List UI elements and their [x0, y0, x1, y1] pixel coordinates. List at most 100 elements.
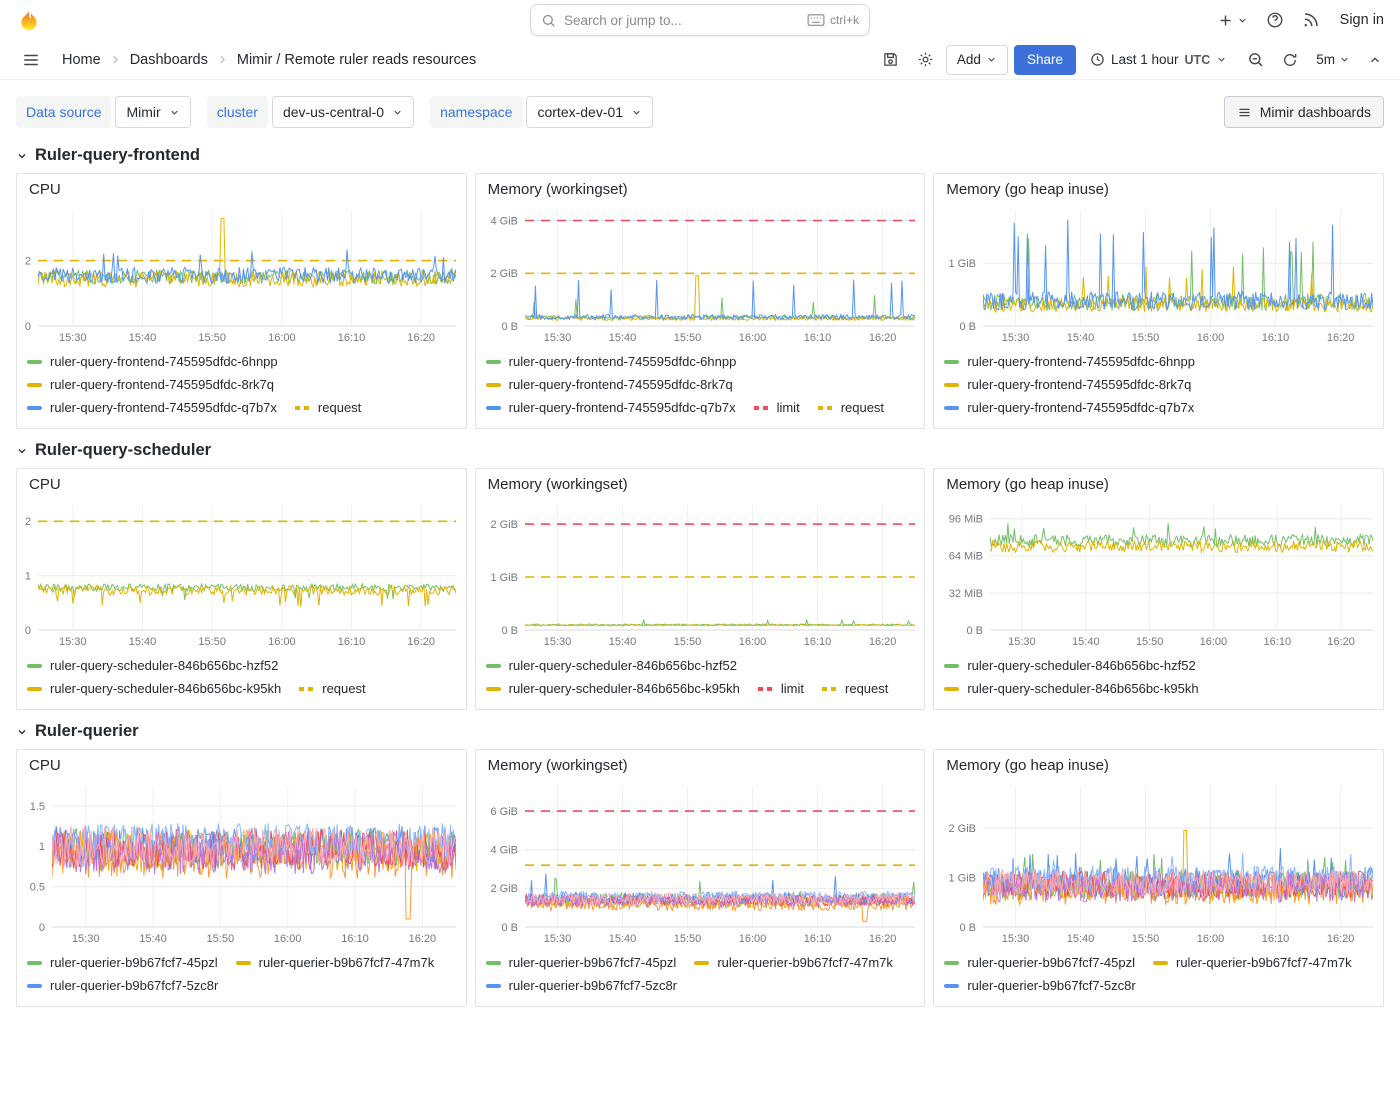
- section-header-ruler-query-frontend[interactable]: Ruler-query-frontend: [0, 134, 1400, 173]
- legend-item[interactable]: ruler-query-frontend-745595dfdc-6hnpp: [486, 352, 737, 372]
- panel-title[interactable]: CPU: [17, 174, 466, 200]
- new-menu-button[interactable]: [1211, 6, 1254, 35]
- panel-title[interactable]: Memory (go heap inuse): [934, 750, 1383, 776]
- svg-text:16:10: 16:10: [1262, 933, 1290, 945]
- panel-title[interactable]: Memory (go heap inuse): [934, 174, 1383, 200]
- legend-label: ruler-querier-b9b67fcf7-45pzl: [50, 953, 218, 973]
- add-panel-button[interactable]: Add: [946, 45, 1008, 75]
- section-header-ruler-query-scheduler[interactable]: Ruler-query-scheduler: [0, 429, 1400, 468]
- legend-item[interactable]: ruler-querier-b9b67fcf7-5zc8r: [944, 976, 1135, 996]
- time-series-chart[interactable]: 15:3015:4015:5016:0016:1016:200 B2 GiB4 …: [476, 200, 925, 348]
- svg-text:15:30: 15:30: [543, 332, 571, 344]
- breadcrumb-dashboards[interactable]: Dashboards: [126, 50, 212, 70]
- legend-item[interactable]: ruler-querier-b9b67fcf7-45pzl: [944, 953, 1135, 973]
- legend-item[interactable]: ruler-query-scheduler-846b656bc-k95kh: [944, 679, 1198, 699]
- chevron-down-icon: [1339, 54, 1350, 65]
- legend-item[interactable]: limit: [758, 679, 804, 699]
- legend-item[interactable]: ruler-querier-b9b67fcf7-47m7k: [694, 953, 893, 973]
- time-range-picker[interactable]: Last 1 hour UTC: [1082, 45, 1235, 75]
- svg-text:15:40: 15:40: [1067, 933, 1095, 945]
- grafana-logo[interactable]: [16, 7, 42, 33]
- legend-item[interactable]: ruler-query-frontend-745595dfdc-q7b7x: [486, 398, 736, 418]
- legend-label: ruler-query-frontend-745595dfdc-6hnpp: [967, 352, 1195, 372]
- cluster-dropdown[interactable]: dev-us-central-0: [272, 96, 414, 128]
- refresh-button[interactable]: [1276, 46, 1304, 74]
- legend-item[interactable]: request: [299, 679, 365, 699]
- dashboard-settings-button[interactable]: [911, 45, 940, 74]
- clock-icon: [1090, 52, 1105, 67]
- svg-text:0 B: 0 B: [501, 625, 518, 637]
- legend-item[interactable]: ruler-query-frontend-745595dfdc-q7b7x: [944, 398, 1194, 418]
- collapse-toolbar-button[interactable]: [1362, 47, 1388, 73]
- time-series-chart[interactable]: 15:3015:4015:5016:0016:1016:20012: [17, 495, 466, 652]
- section-ruler-query-scheduler: Ruler-query-scheduler CPU 15:3015:4015:5…: [0, 429, 1400, 710]
- legend-item[interactable]: ruler-querier-b9b67fcf7-47m7k: [236, 953, 435, 973]
- search-input[interactable]: Search or jump to... ctrl+k: [530, 4, 870, 36]
- panel-title[interactable]: Memory (go heap inuse): [934, 469, 1383, 495]
- breadcrumb-current: Mimir / Remote ruler reads resources: [233, 50, 480, 70]
- legend-item[interactable]: request: [822, 679, 888, 699]
- svg-text:15:50: 15:50: [207, 933, 235, 945]
- legend-item[interactable]: ruler-query-frontend-745595dfdc-6hnpp: [27, 352, 278, 372]
- legend-item[interactable]: ruler-query-frontend-745595dfdc-q7b7x: [27, 398, 277, 418]
- refresh-interval-picker[interactable]: 5m: [1310, 46, 1356, 73]
- svg-text:16:20: 16:20: [1327, 933, 1355, 945]
- panel-title[interactable]: Memory (workingset): [476, 174, 925, 200]
- breadcrumb-home[interactable]: Home: [58, 50, 105, 70]
- svg-text:16:20: 16:20: [868, 933, 896, 945]
- datasource-dropdown[interactable]: Mimir: [115, 96, 190, 128]
- legend-item[interactable]: ruler-query-scheduler-846b656bc-hzf52: [486, 656, 737, 676]
- time-series-chart[interactable]: 15:3015:4015:5016:0016:1016:200 B1 GiB: [934, 200, 1383, 348]
- save-dashboard-button[interactable]: [876, 45, 905, 74]
- legend-marker: [944, 961, 959, 965]
- legend-item[interactable]: ruler-querier-b9b67fcf7-45pzl: [486, 953, 677, 973]
- legend-item[interactable]: ruler-querier-b9b67fcf7-5zc8r: [486, 976, 677, 996]
- time-series-chart[interactable]: 15:3015:4015:5016:0016:1016:200 B32 MiB6…: [934, 495, 1383, 652]
- mimir-dashboards-button[interactable]: Mimir dashboards: [1224, 96, 1384, 128]
- panel-title[interactable]: CPU: [17, 750, 466, 776]
- svg-text:0 B: 0 B: [960, 321, 977, 333]
- legend-marker: [486, 406, 501, 410]
- legend-item[interactable]: ruler-query-frontend-745595dfdc-8rk7q: [27, 375, 274, 395]
- legend-label: ruler-query-frontend-745595dfdc-q7b7x: [509, 398, 736, 418]
- sign-in-link[interactable]: Sign in: [1340, 12, 1384, 28]
- mega-menu-toggle[interactable]: [16, 45, 46, 75]
- legend-item[interactable]: ruler-query-scheduler-846b656bc-hzf52: [944, 656, 1195, 676]
- time-series-chart[interactable]: 15:3015:4015:5016:0016:1016:200 B1 GiB2 …: [934, 776, 1383, 949]
- legend-item[interactable]: ruler-query-frontend-745595dfdc-8rk7q: [944, 375, 1191, 395]
- share-button[interactable]: Share: [1014, 45, 1076, 75]
- legend-item[interactable]: ruler-query-scheduler-846b656bc-k95kh: [486, 679, 740, 699]
- help-button[interactable]: [1260, 5, 1290, 35]
- time-series-chart[interactable]: 15:3015:4015:5016:0016:1016:2000.511.5: [17, 776, 466, 949]
- legend-item[interactable]: request: [295, 398, 361, 418]
- panel-title[interactable]: Memory (workingset): [476, 750, 925, 776]
- zoom-out-button[interactable]: [1241, 45, 1270, 74]
- svg-text:15:40: 15:40: [129, 636, 157, 648]
- time-series-chart[interactable]: 15:3015:4015:5016:0016:1016:200 B1 GiB2 …: [476, 495, 925, 652]
- news-button[interactable]: [1296, 5, 1326, 35]
- legend-label: request: [318, 398, 361, 418]
- svg-text:16:20: 16:20: [1327, 332, 1355, 344]
- variable-namespace: namespace cortex-dev-01: [430, 96, 653, 128]
- legend-item[interactable]: request: [818, 398, 884, 418]
- legend-item[interactable]: ruler-query-frontend-745595dfdc-6hnpp: [944, 352, 1195, 372]
- panel-cpu: CPU 15:3015:4015:5016:0016:1016:20012 ru…: [16, 468, 467, 710]
- legend-item[interactable]: ruler-querier-b9b67fcf7-45pzl: [27, 953, 218, 973]
- time-series-chart[interactable]: 15:3015:4015:5016:0016:1016:2002: [17, 200, 466, 348]
- breadcrumb: Home Dashboards Mimir / Remote ruler rea…: [58, 50, 480, 70]
- panel-title[interactable]: Memory (workingset): [476, 469, 925, 495]
- time-series-chart[interactable]: 15:3015:4015:5016:0016:1016:200 B2 GiB4 …: [476, 776, 925, 949]
- svg-text:16:20: 16:20: [1328, 636, 1356, 648]
- legend-item[interactable]: ruler-query-frontend-745595dfdc-8rk7q: [486, 375, 733, 395]
- legend-item[interactable]: ruler-query-scheduler-846b656bc-k95kh: [27, 679, 281, 699]
- namespace-dropdown[interactable]: cortex-dev-01: [526, 96, 653, 128]
- panel-title[interactable]: CPU: [17, 469, 466, 495]
- legend-item[interactable]: ruler-querier-b9b67fcf7-5zc8r: [27, 976, 218, 996]
- legend-item[interactable]: ruler-query-scheduler-846b656bc-hzf52: [27, 656, 278, 676]
- chevron-right-icon: [216, 53, 229, 66]
- legend-item[interactable]: limit: [754, 398, 800, 418]
- legend-item[interactable]: ruler-querier-b9b67fcf7-47m7k: [1153, 953, 1352, 973]
- section-header-ruler-querier[interactable]: Ruler-querier: [0, 710, 1400, 749]
- legend-marker: [758, 687, 773, 691]
- legend-label: ruler-querier-b9b67fcf7-47m7k: [259, 953, 435, 973]
